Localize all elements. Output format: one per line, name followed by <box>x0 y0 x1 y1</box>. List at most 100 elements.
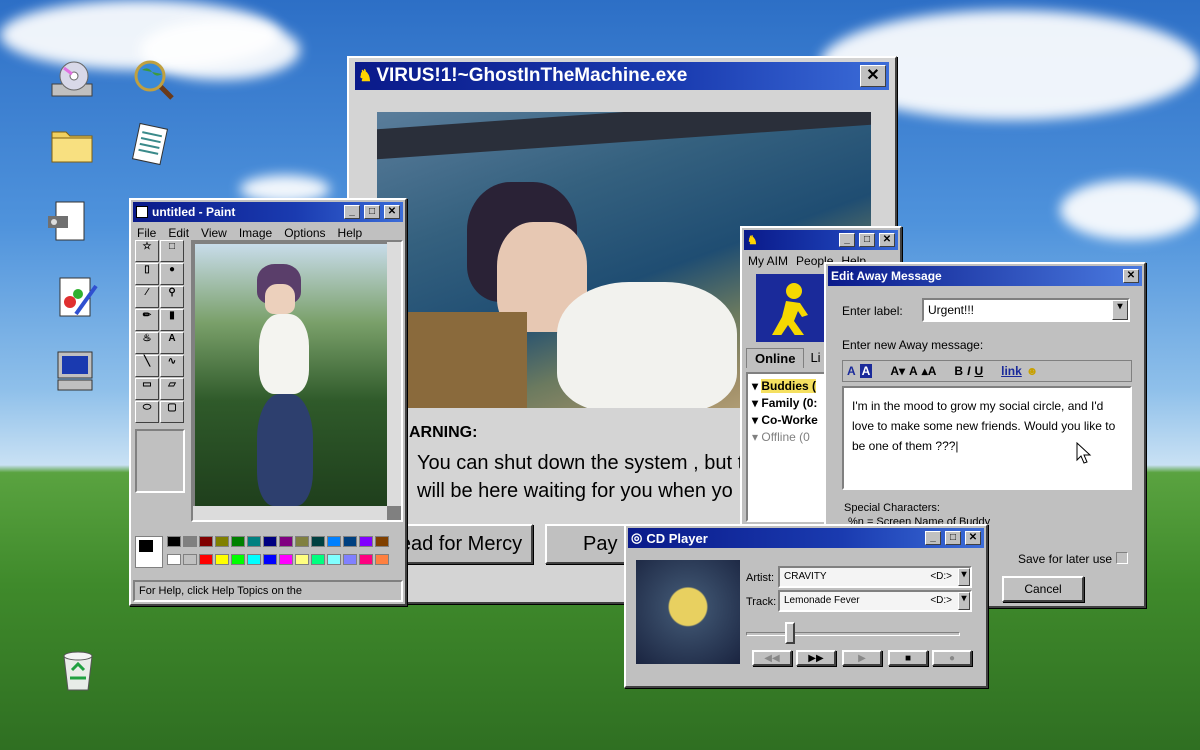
tab-online[interactable]: Online <box>746 348 805 368</box>
seek-thumb[interactable] <box>784 622 795 644</box>
minimize-icon[interactable]: _ <box>344 205 360 219</box>
text-color-icon[interactable]: A <box>847 364 856 378</box>
menu-file[interactable]: File <box>137 226 156 240</box>
menu-help[interactable]: Help <box>338 226 363 240</box>
select-icon[interactable]: □ <box>160 240 184 262</box>
palette-swatch[interactable] <box>359 536 373 547</box>
save-later-checkbox[interactable] <box>1116 552 1128 564</box>
tab-list-setup[interactable]: Li <box>806 348 824 368</box>
chevron-down-icon[interactable]: ▾ <box>1112 300 1128 320</box>
chevron-down-icon[interactable]: ▾ <box>958 568 970 586</box>
close-icon[interactable]: ✕ <box>384 205 400 219</box>
text-tool-icon[interactable]: A <box>160 332 184 354</box>
menu-options[interactable]: Options <box>284 226 325 240</box>
palette-swatch[interactable] <box>199 553 213 565</box>
palette-swatch[interactable] <box>183 536 197 547</box>
palette-swatch[interactable] <box>327 536 341 547</box>
label-dropdown[interactable]: Urgent!!! ▾ <box>922 298 1130 322</box>
palette-swatch[interactable] <box>375 553 389 565</box>
eject-button[interactable]: ● <box>932 650 972 666</box>
artist-dropdown[interactable]: CRAVITY <D:> ▾ <box>778 566 972 588</box>
palette-swatch[interactable] <box>167 553 181 565</box>
palette-swatch[interactable] <box>311 553 325 565</box>
palette-swatch[interactable] <box>263 536 277 547</box>
maximize-icon[interactable]: □ <box>859 233 875 247</box>
picker-icon[interactable]: ∕ <box>135 286 159 308</box>
palette-swatch[interactable] <box>247 536 261 547</box>
smaller-text-icon[interactable]: A▾ <box>890 364 905 378</box>
chevron-down-icon[interactable]: ▾ <box>958 592 970 610</box>
tool-options[interactable] <box>135 429 185 493</box>
horizontal-scrollbar[interactable] <box>193 506 387 520</box>
italic-icon[interactable]: I <box>967 364 970 378</box>
palette-swatch[interactable] <box>215 536 229 547</box>
menu-view[interactable]: View <box>201 226 227 240</box>
palette-swatch[interactable] <box>263 553 277 565</box>
rectangle-icon[interactable]: ▭ <box>135 378 159 400</box>
previous-track-button[interactable]: ◀◀ <box>752 650 792 666</box>
normal-text-icon[interactable]: A <box>909 364 918 378</box>
palette-swatch[interactable] <box>231 553 245 565</box>
close-icon[interactable]: ✕ <box>1123 269 1139 283</box>
close-icon[interactable]: ✕ <box>860 65 886 87</box>
palette-swatch[interactable] <box>343 553 357 565</box>
track-dropdown[interactable]: Lemonade Fever <D:> ▾ <box>778 590 972 612</box>
folder-icon[interactable] <box>50 122 94 166</box>
palette-swatch[interactable] <box>215 553 229 565</box>
underline-icon[interactable]: U <box>974 364 983 378</box>
internet-search-icon[interactable] <box>132 58 176 102</box>
vertical-scrollbar[interactable] <box>387 242 401 506</box>
maximize-icon[interactable]: □ <box>364 205 380 219</box>
curve-icon[interactable]: ∿ <box>160 355 184 377</box>
minimize-icon[interactable]: _ <box>925 531 941 545</box>
palette-swatch[interactable] <box>167 536 181 547</box>
cancel-button[interactable]: Cancel <box>1002 576 1084 602</box>
line-icon[interactable]: ╲ <box>135 355 159 377</box>
larger-text-icon[interactable]: ▴A <box>922 364 937 378</box>
paint-titlebar[interactable]: untitled - Paint _ □ ✕ <box>133 202 403 222</box>
next-track-button[interactable]: ▶▶ <box>796 650 836 666</box>
minimize-icon[interactable]: _ <box>839 233 855 247</box>
magnifier-icon[interactable]: ⚲ <box>160 286 184 308</box>
palette-swatch[interactable] <box>295 536 309 547</box>
palette-swatch[interactable] <box>279 536 293 547</box>
maximize-icon[interactable]: □ <box>945 531 961 545</box>
my-computer-icon[interactable] <box>54 350 98 394</box>
palette-swatch[interactable] <box>247 553 261 565</box>
pencil-icon[interactable]: ✏ <box>135 309 159 331</box>
ellipse-icon[interactable]: ⬭ <box>135 401 159 423</box>
close-icon[interactable]: ✕ <box>879 233 895 247</box>
away-message-textarea[interactable]: I'm in the mood to grow my social circle… <box>842 386 1132 490</box>
bold-icon[interactable]: B <box>954 364 963 378</box>
virus-titlebar[interactable]: ♞ VIRUS!1!~GhostInTheMachine.exe ✕ <box>355 62 889 90</box>
fill-icon[interactable]: ● <box>160 263 184 285</box>
palette-swatch[interactable] <box>343 536 357 547</box>
plead-for-mercy-button[interactable]: ead for Mercy <box>389 524 533 564</box>
palette-swatch[interactable] <box>327 553 341 565</box>
link-button[interactable]: link <box>1001 364 1022 378</box>
palette-swatch[interactable] <box>295 553 309 565</box>
cd-titlebar[interactable]: ◎ CD Player _ □ ✕ <box>628 528 984 548</box>
palette-swatch[interactable] <box>231 536 245 547</box>
palette-swatch[interactable] <box>199 536 213 547</box>
paint-program-icon[interactable] <box>56 276 100 320</box>
palette-swatch[interactable] <box>375 536 389 547</box>
palette-swatch[interactable] <box>183 553 197 565</box>
seek-track[interactable] <box>746 632 960 636</box>
paint-canvas-area[interactable] <box>191 240 403 522</box>
brush-icon[interactable]: ▮ <box>160 309 184 331</box>
away-titlebar[interactable]: Edit Away Message ✕ <box>828 266 1142 286</box>
airbrush-icon[interactable]: ♨ <box>135 332 159 354</box>
smiley-icon[interactable]: ☻ <box>1026 364 1039 378</box>
recycle-bin-icon[interactable] <box>56 648 100 692</box>
aim-titlebar[interactable]: ♞ _ □ ✕ <box>744 230 898 250</box>
menu-my-aim[interactable]: My AIM <box>748 254 788 268</box>
media-file-icon[interactable] <box>46 200 90 244</box>
polygon-icon[interactable]: ▱ <box>160 378 184 400</box>
palette-swatch[interactable] <box>279 553 293 565</box>
menu-edit[interactable]: Edit <box>168 226 189 240</box>
eraser-icon[interactable]: ▯ <box>135 263 159 285</box>
palette-swatch[interactable] <box>359 553 373 565</box>
cd-drive-icon[interactable] <box>50 58 94 102</box>
play-button[interactable]: ▶ <box>842 650 882 666</box>
